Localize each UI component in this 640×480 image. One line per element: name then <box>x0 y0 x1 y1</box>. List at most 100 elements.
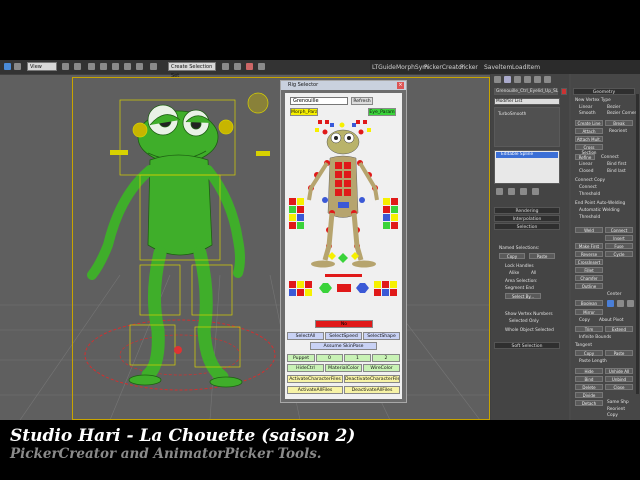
union-icon[interactable] <box>607 300 614 307</box>
paste-selection-button[interactable]: Paste <box>529 253 555 259</box>
curve-editor-icon[interactable] <box>222 63 229 70</box>
activate-character-files-button[interactable]: ActivateCharacterFiles <box>287 375 343 383</box>
mirror-copy-checkbox[interactable]: Copy <box>579 318 590 323</box>
display-tab-icon[interactable] <box>534 76 541 83</box>
select-speed-button[interactable]: SelectSpeed <box>325 332 362 340</box>
lock-handles-checkbox[interactable]: Lock Handles <box>505 264 534 269</box>
automatic-welding-checkbox[interactable]: Automatic Welding <box>579 208 620 213</box>
puppet-1-button[interactable]: 1 <box>344 354 371 362</box>
linear-checkbox[interactable]: Linear <box>579 162 592 167</box>
rollout-selection[interactable]: Selection <box>494 223 560 230</box>
rollout-interpolation[interactable]: Interpolation <box>494 215 560 222</box>
cross-section-button[interactable]: Cross Section <box>575 144 603 155</box>
create-line-button[interactable]: Create Line <box>575 120 603 126</box>
hide-button[interactable]: Hide <box>575 368 603 374</box>
percent-snap-icon[interactable] <box>136 63 143 70</box>
create-tab-icon[interactable] <box>494 76 501 83</box>
refresh-button[interactable]: Refresh <box>351 97 373 105</box>
rollout-rendering[interactable]: Rendering <box>494 207 560 214</box>
select-by-button[interactable]: Select By... <box>505 293 541 299</box>
divide-button[interactable]: Divide <box>575 392 603 398</box>
boolean-button[interactable]: Boolean <box>575 300 603 306</box>
object-color-swatch[interactable] <box>561 88 567 95</box>
tangent-paste-button[interactable]: Paste <box>605 350 633 356</box>
character-picker-map[interactable] <box>285 118 402 313</box>
subtraction-icon[interactable] <box>617 300 624 307</box>
pin-stack-icon[interactable] <box>496 188 503 195</box>
segment-end-checkbox[interactable]: Segment End <box>505 286 534 291</box>
extend-button[interactable]: Extend <box>605 326 633 332</box>
view-dropdown[interactable]: View <box>27 62 57 71</box>
about-pivot-checkbox[interactable]: About Pivot <box>599 318 624 323</box>
connect-checkbox[interactable]: Connect <box>601 155 619 160</box>
detach-button[interactable]: Detach <box>575 400 603 406</box>
remove-modifier-icon[interactable] <box>532 188 539 195</box>
move-icon[interactable] <box>74 63 81 70</box>
deactivate-character-files-button[interactable]: DeactivateCharacterFiles <box>344 375 400 383</box>
refine-button[interactable]: Refine <box>575 154 595 160</box>
stack-turbosmooth-item[interactable]: TurboSmooth <box>498 112 526 117</box>
menu-ltguide[interactable]: LTGuide <box>372 64 396 71</box>
morph-param-button[interactable]: Morph_Param <box>290 108 318 116</box>
make-unique-icon[interactable] <box>520 188 527 195</box>
all-radio[interactable]: All <box>531 271 536 276</box>
chamfer-button[interactable]: Chamfer <box>575 275 603 281</box>
scale-icon[interactable] <box>100 63 107 70</box>
menu-picker[interactable]: Picker <box>460 64 478 71</box>
deactivate-all-files-button[interactable]: DeactivateAllFiles <box>344 386 400 394</box>
insert-button[interactable]: Insert <box>605 235 633 241</box>
select-shape-button[interactable]: SelectShape <box>363 332 400 340</box>
wire-color-button[interactable]: WireColor <box>363 364 400 372</box>
modifier-stack-list[interactable]: Editable Spline <box>494 150 560 184</box>
utilities-tab-icon[interactable] <box>544 76 551 83</box>
modifier-list-dropdown[interactable]: Modifier List <box>494 98 560 105</box>
angle-snap-icon[interactable] <box>124 63 131 70</box>
material-color-button[interactable]: MaterialColor <box>325 364 362 372</box>
select-all-button[interactable]: SelectAll <box>287 332 324 340</box>
selection-set-dropdown[interactable]: Create Selection Set <box>168 62 216 79</box>
rotate-icon[interactable] <box>88 63 95 70</box>
menu-loaditem[interactable]: LoadItem <box>512 64 540 71</box>
paste-length-checkbox[interactable]: Paste Length <box>579 359 607 364</box>
undo-icon[interactable] <box>4 63 11 70</box>
bind-last-checkbox[interactable]: Bind last <box>607 169 626 174</box>
detach-copy-checkbox[interactable]: Copy <box>607 413 618 418</box>
activate-all-files-button[interactable]: ActivateAllFiles <box>287 386 343 394</box>
close-button[interactable]: Close <box>605 384 633 390</box>
no-button[interactable]: No <box>315 320 373 328</box>
menu-saveitem[interactable]: Saveltem <box>484 64 512 71</box>
selected-only-checkbox[interactable]: Selected Only <box>509 319 539 324</box>
make-first-button[interactable]: Make First <box>575 243 603 249</box>
copy-selection-button[interactable]: Copy <box>499 253 525 259</box>
trim-button[interactable]: Trim <box>575 326 603 332</box>
break-button[interactable]: Break <box>605 120 633 126</box>
same-shp-checkbox[interactable]: Same Shp <box>607 400 629 405</box>
render-setup-icon[interactable] <box>258 63 265 70</box>
rollout-soft-selection[interactable]: Soft Selection <box>494 342 560 349</box>
object-name-field[interactable]: Grenouille_Ctrl_Eyelid_Up_SL <box>494 88 558 95</box>
bezier-radio[interactable]: Bezier <box>607 105 620 110</box>
fillet-button[interactable]: Fillet <box>575 267 603 273</box>
schematic-icon[interactable] <box>234 63 241 70</box>
show-vertex-numbers-checkbox[interactable]: Show Vertex Numbers <box>505 312 553 317</box>
unhide-all-button[interactable]: Unhide All <box>605 368 633 374</box>
intersection-icon[interactable] <box>627 300 634 307</box>
redo-icon[interactable] <box>14 63 21 70</box>
rollout-geometry[interactable]: Geometry <box>573 88 635 95</box>
infinite-bounds-checkbox[interactable]: Infinite Bounds <box>579 335 611 340</box>
reorient-checkbox[interactable]: Reorient <box>609 129 627 134</box>
close-icon[interactable]: × <box>397 82 404 89</box>
detach-reorient-checkbox[interactable]: Reorient <box>607 407 625 412</box>
mirror-button[interactable]: Mirror <box>575 309 603 315</box>
cycle-button[interactable]: Cycle <box>605 251 633 257</box>
show-end-result-icon[interactable] <box>508 188 515 195</box>
linear-radio[interactable]: Linear <box>579 105 592 110</box>
puppet-0-button[interactable]: 0 <box>316 354 343 362</box>
unbind-button[interactable]: Unbind <box>605 376 633 382</box>
attach-mult-button[interactable]: Attach Mult. <box>575 136 603 142</box>
center-checkbox[interactable]: Center <box>607 292 621 297</box>
select-icon[interactable] <box>62 63 69 70</box>
bezier-corner-radio[interactable]: Bezier Corner <box>607 111 636 116</box>
snap-icon[interactable] <box>112 63 119 70</box>
puppet-2-button[interactable]: 2 <box>372 354 400 362</box>
